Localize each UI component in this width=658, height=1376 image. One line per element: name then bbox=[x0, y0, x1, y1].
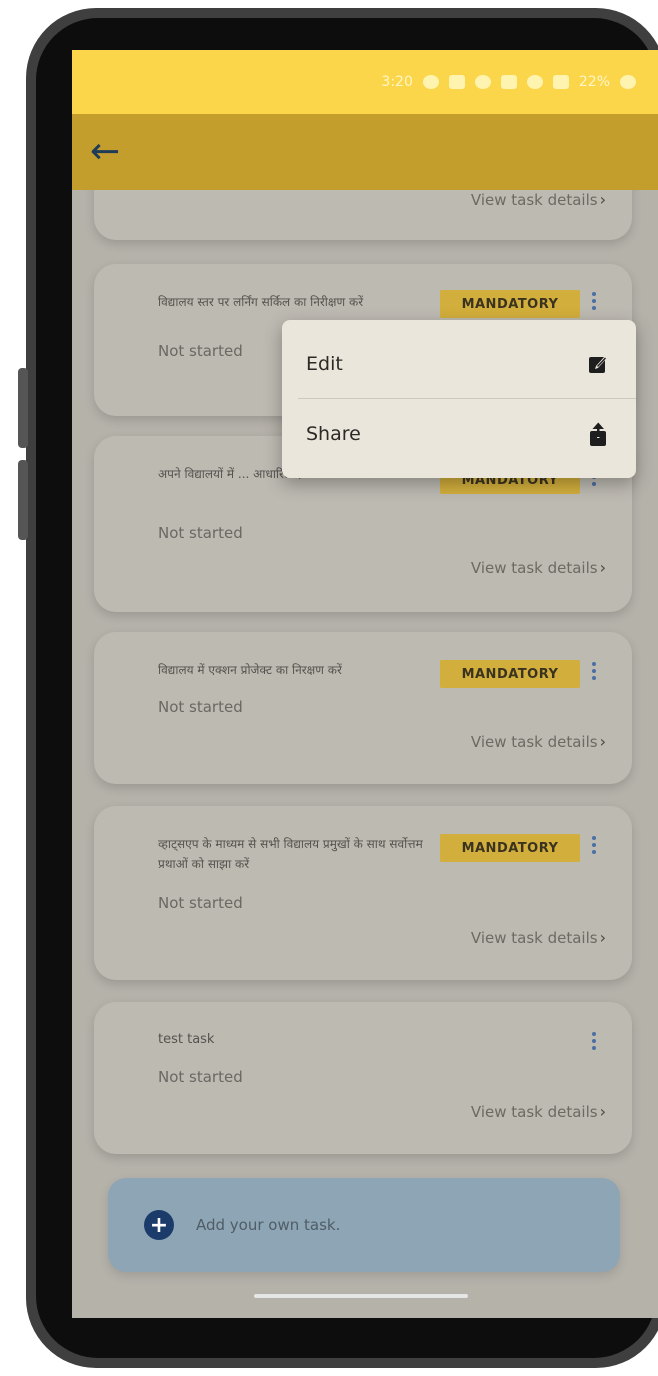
status-time: 3:20 bbox=[381, 74, 413, 90]
add-task-label: Add your own task. bbox=[196, 1216, 341, 1234]
edit-icon bbox=[589, 356, 607, 373]
volume-down-button bbox=[18, 460, 28, 540]
task-card: विद्यालय में एक्शन प्रोजेक्ट का निरक्षण … bbox=[94, 632, 632, 784]
more-options-icon[interactable] bbox=[590, 292, 598, 310]
chevron-right-icon: › bbox=[599, 558, 606, 577]
task-card: test task Not started View task details … bbox=[94, 1002, 632, 1154]
chevron-right-icon: › bbox=[599, 190, 606, 209]
whatsapp-icon bbox=[422, 75, 439, 89]
more-options-icon[interactable] bbox=[590, 662, 598, 680]
task-status: Not started bbox=[158, 342, 243, 360]
view-task-details-link[interactable]: View task details › bbox=[471, 732, 606, 751]
volume-up-button bbox=[18, 368, 28, 448]
task-status: Not started bbox=[158, 698, 243, 716]
menu-item-edit[interactable]: Edit bbox=[282, 330, 636, 398]
share-icon bbox=[590, 422, 606, 446]
menu-item-label: Share bbox=[306, 423, 361, 445]
view-task-details-link[interactable]: View task details › bbox=[471, 190, 606, 209]
task-list: View task details › विद्यालय स्तर पर लर्… bbox=[72, 50, 658, 1318]
view-task-details-label: View task details bbox=[470, 1102, 598, 1121]
more-options-icon[interactable] bbox=[590, 836, 598, 854]
arrow-left-icon[interactable]: ← bbox=[90, 134, 120, 170]
home-indicator[interactable] bbox=[254, 1294, 468, 1298]
wifi-icon bbox=[526, 75, 543, 89]
options-menu: Edit Share bbox=[282, 320, 636, 478]
task-title: test task bbox=[158, 1032, 215, 1047]
view-task-details-link[interactable]: View task details › bbox=[471, 1102, 606, 1121]
view-task-details-label: View task details bbox=[470, 732, 598, 751]
more-options-icon[interactable] bbox=[590, 1032, 598, 1050]
menu-item-label: Edit bbox=[306, 353, 343, 375]
task-status: Not started bbox=[158, 894, 243, 912]
task-status: Not started bbox=[158, 1068, 243, 1086]
view-task-details-link[interactable]: View task details › bbox=[471, 558, 606, 577]
network-icon bbox=[500, 75, 517, 89]
task-status: Not started bbox=[158, 524, 243, 542]
mandatory-badge: MANDATORY bbox=[440, 290, 580, 318]
chevron-right-icon: › bbox=[599, 1102, 606, 1121]
view-task-details-label: View task details bbox=[470, 928, 598, 947]
add-task-button[interactable]: + Add your own task. bbox=[108, 1178, 620, 1272]
battery-icon bbox=[620, 75, 636, 89]
chevron-right-icon: › bbox=[599, 732, 606, 751]
app-bar: ← bbox=[72, 114, 658, 190]
chevron-right-icon: › bbox=[599, 928, 606, 947]
task-card: व्हाट्सएप के माध्यम से सभी विद्यालय प्रम… bbox=[94, 806, 632, 980]
task-title: विद्यालय स्तर पर लर्निंग सर्किल का निरीक… bbox=[158, 295, 364, 309]
view-task-details-label: View task details bbox=[470, 190, 598, 209]
battery-percent: 22% bbox=[578, 74, 610, 90]
screen: View task details › विद्यालय स्तर पर लर्… bbox=[72, 50, 658, 1318]
plus-circle-icon: + bbox=[144, 1210, 174, 1240]
task-title: व्हाट्सएप के माध्यम से सभी विद्यालय प्रम… bbox=[158, 837, 423, 871]
view-task-details-label: View task details bbox=[470, 558, 598, 577]
mandatory-badge: MANDATORY bbox=[440, 660, 580, 688]
mandatory-badge: MANDATORY bbox=[440, 834, 580, 862]
view-task-details-link[interactable]: View task details › bbox=[471, 928, 606, 947]
task-title: विद्यालय में एक्शन प्रोजेक्ट का निरक्षण … bbox=[158, 663, 342, 677]
alarm-icon bbox=[474, 75, 491, 89]
menu-divider bbox=[298, 398, 636, 399]
menu-item-share[interactable]: Share bbox=[282, 400, 636, 468]
notification-icon bbox=[448, 75, 465, 89]
signal-icon bbox=[552, 75, 569, 89]
status-bar: 3:20 22% bbox=[72, 50, 658, 114]
